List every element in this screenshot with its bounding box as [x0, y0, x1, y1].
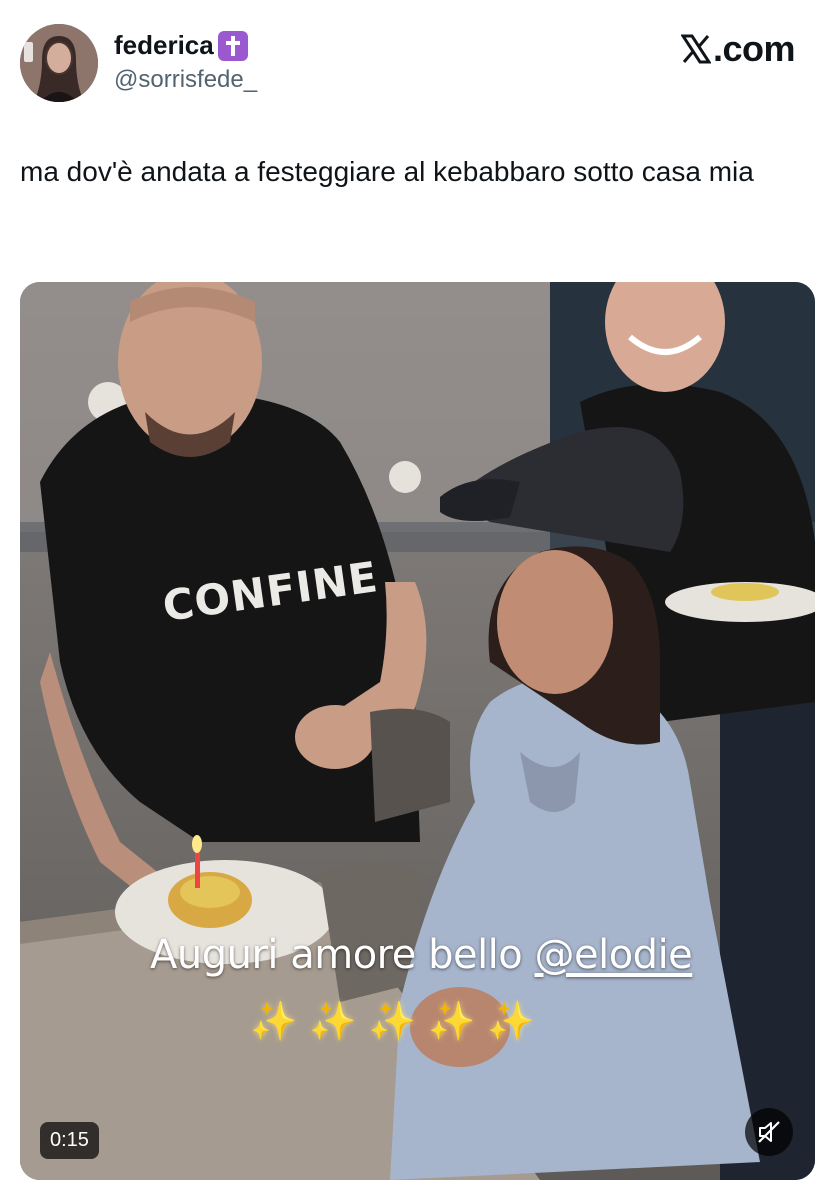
video-player[interactable]: CONFINE Auguri amore bello @elodie ✨✨✨✨✨… — [20, 282, 815, 1180]
x-logo-icon — [680, 34, 711, 64]
video-frame — [20, 282, 815, 1180]
display-name-text: federica — [114, 30, 214, 60]
sparkles-emoji: ✨✨✨✨✨ — [250, 1001, 547, 1043]
brand-label: .com — [712, 28, 796, 69]
video-duration-badge: 0:15 — [40, 1122, 99, 1159]
caption-mention-link: @elodie — [534, 932, 693, 978]
tweet-card: federica @sorrisfede_ .com ma dov'è anda… — [0, 0, 835, 1200]
display-name[interactable]: federica — [114, 30, 248, 61]
tweet-text: ma dov'è andata a festeggiare al kebabba… — [20, 156, 754, 187]
avatar-photo — [20, 24, 98, 102]
user-handle[interactable]: @sorrisfede_ — [114, 66, 257, 94]
video-caption-overlay: Auguri amore bello @elodie — [150, 932, 693, 978]
mute-button[interactable] — [745, 1108, 793, 1156]
avatar[interactable] — [20, 24, 98, 102]
brand-logo: .com — [680, 28, 796, 70]
speaker-muted-icon — [758, 1121, 780, 1143]
caption-text: Auguri amore bello — [150, 932, 535, 978]
latin-cross-icon — [217, 30, 248, 61]
